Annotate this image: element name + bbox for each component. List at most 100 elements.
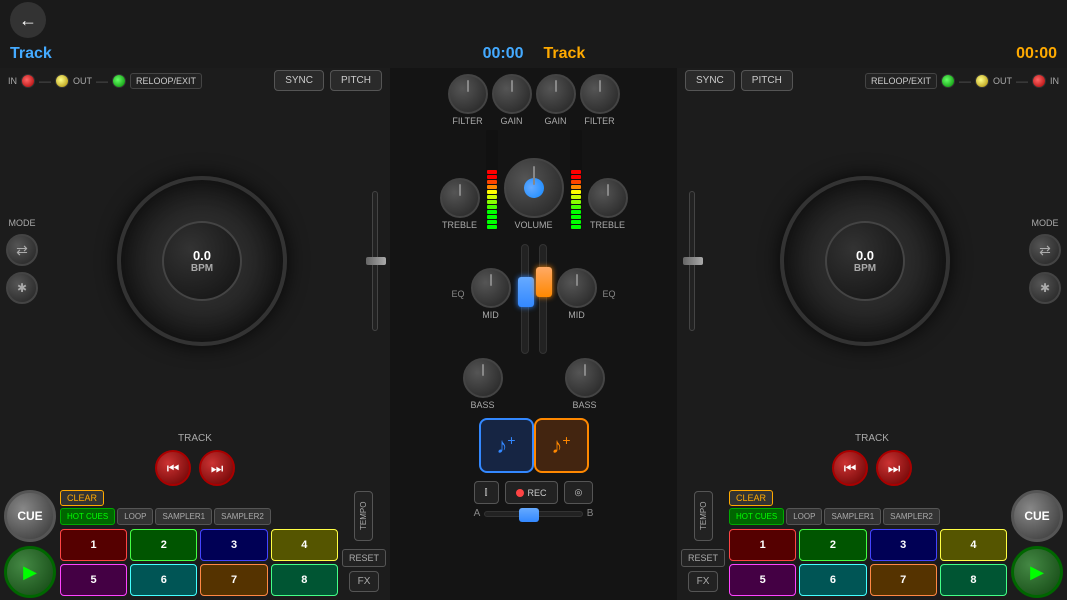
right-prev-track-button[interactable]: ⏮ (832, 450, 868, 486)
left-pad-2[interactable]: 2 (130, 529, 197, 561)
left-pad-1[interactable]: 1 (60, 529, 127, 561)
left-pad-tabs: HOT CUES LOOP SAMPLER1 SAMPLER2 (60, 508, 338, 525)
right-loop-mode-button[interactable]: ⇄ (1029, 234, 1061, 266)
left-add-track-button[interactable]: ♪+ (479, 418, 534, 473)
right-filter-label: FILTER (584, 116, 614, 126)
left-sampler1-tab[interactable]: SAMPLER1 (155, 508, 212, 525)
right-tempo-button[interactable]: TEMPO (694, 491, 713, 541)
right-reset-button[interactable]: RESET (681, 549, 725, 567)
left-fx-button[interactable]: FX (349, 571, 380, 592)
left-loop-mode-button[interactable]: ⇄ (6, 234, 38, 266)
right-bass-knob[interactable] (565, 358, 605, 398)
left-scratch-mode-button[interactable]: ✱ (6, 272, 38, 304)
left-reset-button[interactable]: RESET (342, 549, 386, 567)
left-in-led (21, 74, 35, 88)
left-bass-knob[interactable] (463, 358, 503, 398)
right-filter-knob-container: FILTER (580, 74, 620, 126)
left-sync-button[interactable]: SYNC (274, 70, 324, 91)
left-clear-button[interactable]: CLEAR (60, 490, 104, 506)
right-pad-4[interactable]: 4 (940, 529, 1007, 561)
right-pad-7[interactable]: 7 (870, 564, 937, 596)
left-filter-knob-container: FILTER (448, 74, 488, 126)
right-pad-1[interactable]: 1 (729, 529, 796, 561)
right-pitch-button[interactable]: PITCH (741, 70, 793, 91)
left-sampler2-tab[interactable]: SAMPLER2 (214, 508, 271, 525)
left-deck-header: Track 00:00 (0, 40, 534, 68)
right-next-track-button[interactable]: ⏭ (876, 450, 912, 486)
left-prev-track-button[interactable]: ⏮ (155, 450, 191, 486)
mixer-adjust-button[interactable]: ⫿ (474, 481, 499, 504)
left-reloop-button[interactable]: RELOOP/EXIT (130, 73, 202, 89)
right-out-led (975, 74, 989, 88)
left-pads-grid: 1 2 3 4 5 6 7 8 (60, 529, 338, 596)
right-play-button[interactable]: ▶ (1011, 546, 1063, 598)
left-pad-3[interactable]: 3 (200, 529, 267, 561)
left-pad-7[interactable]: 7 (200, 564, 267, 596)
mixer-rec-button[interactable]: REC (505, 481, 558, 504)
left-mid-knob[interactable] (471, 268, 511, 308)
left-treble-knob[interactable] (440, 178, 480, 218)
left-mode-label: MODE (9, 218, 36, 228)
right-bass-label: BASS (572, 400, 596, 410)
right-jog-center: 0.0 BPM (825, 221, 905, 301)
left-track-section-label: TRACK (178, 433, 212, 444)
left-pad-5[interactable]: 5 (60, 564, 127, 596)
left-tempo-button[interactable]: TEMPO (354, 491, 373, 541)
left-jog-wheel[interactable]: 0.0 BPM (117, 176, 287, 346)
right-pad-tabs: HOT CUES LOOP SAMPLER1 SAMPLER2 (729, 508, 1007, 525)
left-vu-meter (486, 130, 498, 230)
right-reloop-button[interactable]: RELOOP/EXIT (865, 73, 937, 89)
left-channel-fader[interactable] (521, 244, 529, 354)
left-filter-knob[interactable] (448, 74, 488, 114)
left-io-row: IN — OUT — RELOOP/EXIT SYNC PITCH (0, 68, 390, 93)
left-next-track-button[interactable]: ⏭ (199, 450, 235, 486)
crossfader-thumb[interactable] (519, 508, 539, 522)
right-sync-button[interactable]: SYNC (685, 70, 735, 91)
right-eq-label: EQ (603, 289, 616, 299)
cf-a-label: A (474, 508, 481, 519)
left-pitch-slider[interactable] (366, 176, 384, 346)
right-cue-button[interactable]: CUE (1011, 490, 1063, 542)
right-treble-knob[interactable] (588, 178, 628, 218)
right-hotcues-tab[interactable]: HOT CUES (729, 508, 784, 525)
right-pads-grid: 1 2 3 4 5 6 7 8 (729, 529, 1007, 596)
left-hotcues-tab[interactable]: HOT CUES (60, 508, 115, 525)
right-in-label: IN (1050, 76, 1059, 86)
right-jog-wheel[interactable]: 0.0 BPM (780, 176, 950, 346)
right-pad-5[interactable]: 5 (729, 564, 796, 596)
right-pitch-slider[interactable] (683, 176, 701, 346)
right-mode-label: MODE (1032, 218, 1059, 228)
right-pad-6[interactable]: 6 (799, 564, 866, 596)
right-gain-knob-container: GAIN (536, 74, 576, 126)
right-fx-button[interactable]: FX (688, 571, 719, 592)
left-pad-6[interactable]: 6 (130, 564, 197, 596)
volume-knob[interactable] (504, 158, 564, 218)
left-pad-8[interactable]: 8 (271, 564, 338, 596)
right-pad-8[interactable]: 8 (940, 564, 1007, 596)
mixer-target-button[interactable]: ◎ (564, 481, 594, 504)
right-mid-knob[interactable] (557, 268, 597, 308)
right-reloop-led (941, 74, 955, 88)
left-loop-tab[interactable]: LOOP (117, 508, 153, 525)
right-scratch-mode-button[interactable]: ✱ (1029, 272, 1061, 304)
right-sampler2-tab[interactable]: SAMPLER2 (883, 508, 940, 525)
left-filter-label: FILTER (452, 116, 482, 126)
left-gain-knob[interactable] (492, 74, 532, 114)
right-filter-knob[interactable] (580, 74, 620, 114)
right-loop-tab[interactable]: LOOP (786, 508, 822, 525)
left-cue-button[interactable]: CUE (4, 490, 56, 542)
right-treble-label: TREBLE (590, 220, 625, 230)
right-sampler1-tab[interactable]: SAMPLER1 (824, 508, 881, 525)
left-pad-4[interactable]: 4 (271, 529, 338, 561)
left-play-button[interactable]: ▶ (4, 546, 56, 598)
right-add-track-button[interactable]: ♪+ (534, 418, 589, 473)
left-pitch-button[interactable]: PITCH (330, 70, 382, 91)
crossfader[interactable] (484, 511, 582, 517)
right-channel-fader[interactable] (539, 244, 547, 354)
right-clear-button[interactable]: CLEAR (729, 490, 773, 506)
right-mid-label: MID (568, 310, 585, 320)
right-pad-2[interactable]: 2 (799, 529, 866, 561)
right-gain-knob[interactable] (536, 74, 576, 114)
back-button[interactable]: ← (10, 2, 46, 38)
right-pad-3[interactable]: 3 (870, 529, 937, 561)
